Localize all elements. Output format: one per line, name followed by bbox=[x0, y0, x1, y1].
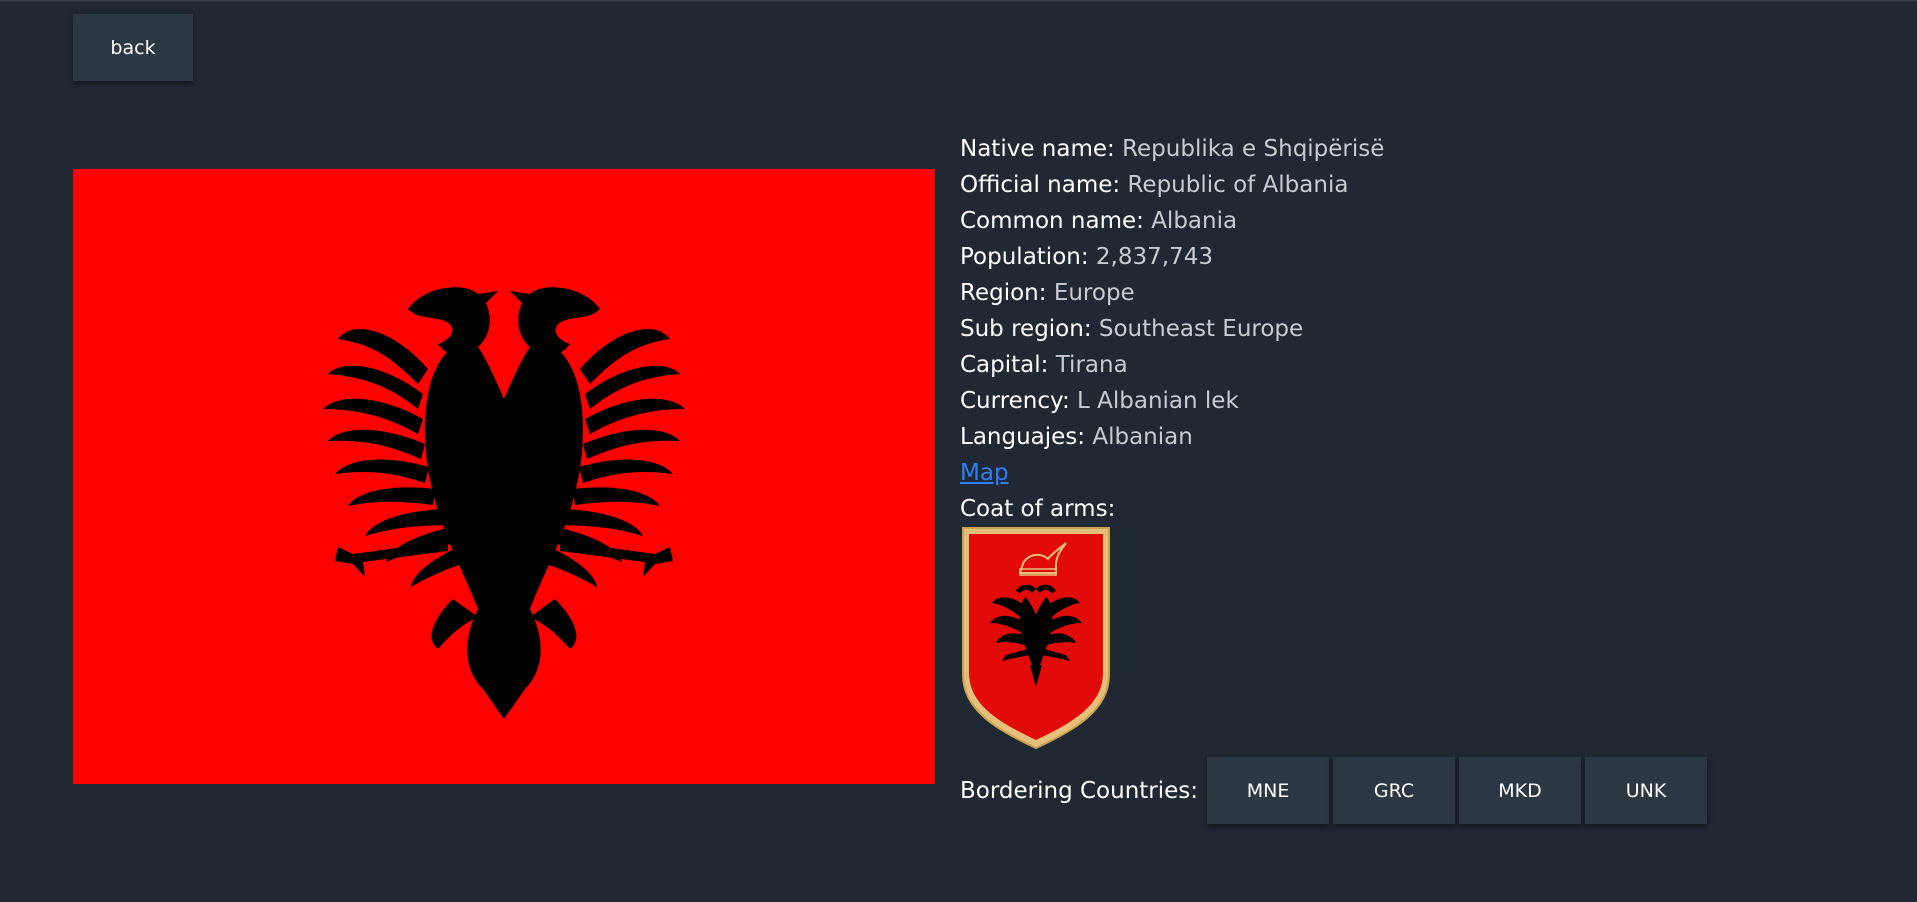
sub-region-row: Sub region: Southeast Europe bbox=[960, 311, 1860, 347]
coat-of-arms-row: Coat of arms: bbox=[960, 491, 1860, 527]
official-name-value: Republic of Albania bbox=[1127, 172, 1349, 198]
capital-row: Capital: Tirana bbox=[960, 347, 1860, 383]
languages-value: Albanian bbox=[1092, 424, 1193, 450]
languages-row: Languajes: Albanian bbox=[960, 419, 1860, 455]
currency-value: L Albanian lek bbox=[1077, 388, 1239, 414]
country-button-grc[interactable]: GRC bbox=[1333, 757, 1456, 824]
languages-label: Languajes: bbox=[960, 424, 1086, 450]
region-label: Region: bbox=[960, 280, 1047, 306]
official-name-label: Official name: bbox=[960, 172, 1121, 198]
albania-coat-of-arms-icon bbox=[960, 525, 1112, 751]
sub-region-label: Sub region: bbox=[960, 316, 1092, 342]
back-button[interactable]: back bbox=[73, 14, 193, 81]
double-headed-eagle-icon bbox=[323, 287, 685, 719]
country-details: Native name: Republika e Shqipërisë Offi… bbox=[960, 131, 1860, 527]
common-name-label: Common name: bbox=[960, 208, 1144, 234]
population-value: 2,837,743 bbox=[1095, 244, 1213, 270]
capital-value: Tirana bbox=[1055, 352, 1128, 378]
native-name-label: Native name: bbox=[960, 136, 1115, 162]
population-row: Population: 2,837,743 bbox=[960, 239, 1860, 275]
country-button-mkd[interactable]: MKD bbox=[1459, 757, 1582, 824]
sub-region-value: Southeast Europe bbox=[1098, 316, 1304, 342]
common-name-row: Common name: Albania bbox=[960, 203, 1860, 239]
currency-row: Currency: L Albanian lek bbox=[960, 383, 1860, 419]
bordering-countries: Bordering Countries: MNE GRC MKD UNK bbox=[960, 757, 1711, 824]
region-value: Europe bbox=[1053, 280, 1135, 306]
country-button-mne[interactable]: MNE bbox=[1207, 757, 1330, 824]
population-label: Population: bbox=[960, 244, 1089, 270]
region-row: Region: Europe bbox=[960, 275, 1860, 311]
map-row: Map bbox=[960, 455, 1860, 491]
native-name-value: Republika e Shqipërisë bbox=[1122, 136, 1385, 162]
native-name-row: Native name: Republika e Shqipërisë bbox=[960, 131, 1860, 167]
coat-of-arms-label: Coat of arms: bbox=[960, 496, 1116, 522]
albania-flag-icon bbox=[73, 169, 935, 784]
currency-label: Currency: bbox=[960, 388, 1070, 414]
country-button-unk[interactable]: UNK bbox=[1585, 757, 1708, 824]
bordering-countries-label: Bordering Countries: bbox=[960, 777, 1199, 804]
common-name-value: Albania bbox=[1151, 208, 1238, 234]
official-name-row: Official name: Republic of Albania bbox=[960, 167, 1860, 203]
capital-label: Capital: bbox=[960, 352, 1049, 378]
map-link[interactable]: Map bbox=[960, 460, 1009, 486]
